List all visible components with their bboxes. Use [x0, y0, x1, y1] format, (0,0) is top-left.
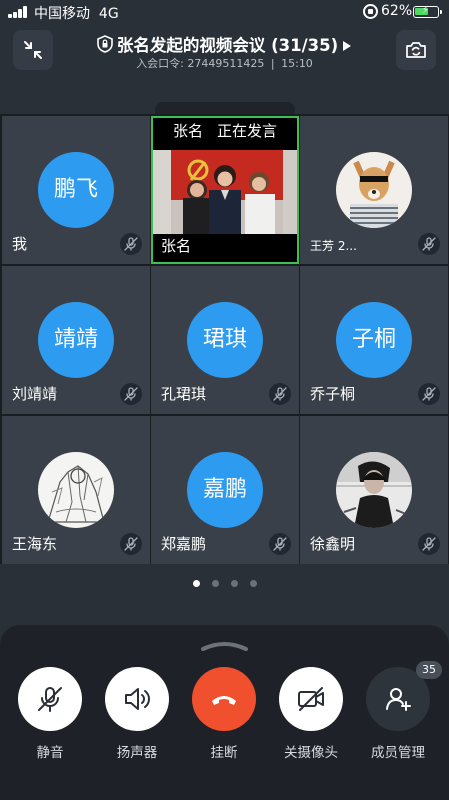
meeting-title-text: 张名发起的视频会议 (31/35) [116, 36, 339, 55]
phone-hangup-icon [212, 696, 236, 705]
participant-name: 张名 [161, 237, 192, 255]
mic-muted-icon [269, 533, 291, 555]
signal-bars-icon [8, 6, 30, 18]
avatar: 鹏飞 [38, 152, 114, 228]
speaker-video [153, 150, 297, 234]
speaking-text: 正在发言 [217, 122, 278, 140]
camera-label: 关摄像头 [284, 745, 338, 761]
participant-tile[interactable]: 嘉鹏 郑嘉鹏 [151, 416, 299, 564]
meeting-info: 入会口令: 27449511425 | 15:10 [0, 55, 449, 71]
avatar: 嘉鹏 [187, 452, 263, 528]
avatar: 子桐 [336, 302, 412, 378]
participant-name: 乔子桐 [310, 385, 356, 403]
battery-percent: 62% [381, 3, 413, 19]
mic-muted-icon [418, 383, 440, 405]
status-bar: 中国移动 4G 62% ⚡ [0, 0, 449, 24]
page-dot[interactable] [230, 580, 238, 587]
participant-name: 徐鑫明 [310, 535, 356, 553]
participant-name: 刘靖靖 [12, 385, 58, 403]
participant-name: 我 [12, 235, 28, 253]
camera-switch-icon [406, 42, 426, 58]
page-indicator[interactable] [0, 572, 449, 591]
participant-tile-self[interactable]: 鹏飞 我 [2, 116, 150, 264]
mute-circle[interactable] [18, 667, 82, 731]
speaker-icon [125, 688, 150, 710]
participant-tile[interactable]: 靖靖 刘靖靖 [2, 266, 150, 414]
participant-tile[interactable]: 子桐 乔子桐 [300, 266, 448, 414]
camera-off-button[interactable]: 关摄像头 [271, 667, 351, 761]
hangup-label: 挂断 [210, 745, 238, 761]
shield-icon [97, 35, 113, 53]
expand-handle-icon[interactable] [200, 641, 249, 651]
speaking-indicator: 张名 正在发言 [153, 118, 297, 141]
mute-label: 静音 [36, 745, 64, 761]
speaker-button[interactable]: 扬声器 [97, 667, 177, 761]
mic-muted-icon [120, 533, 142, 555]
meeting-code-label: 入会口令: [136, 57, 184, 70]
rotation-lock-icon [363, 4, 378, 19]
camera-circle[interactable] [279, 667, 343, 731]
mute-button[interactable]: 静音 [10, 667, 90, 761]
mic-muted-icon [120, 233, 142, 255]
participant-name: 孔珺琪 [161, 385, 207, 403]
member-management-button[interactable]: 35 成员管理 [358, 661, 442, 761]
meeting-time: 15:10 [281, 57, 313, 70]
hangup-button[interactable]: 挂断 [184, 667, 264, 761]
participant-tile[interactable]: 王芳 2... [300, 116, 448, 264]
mic-muted-icon [269, 383, 291, 405]
members-circle[interactable]: 35 [366, 661, 442, 731]
participant-tile[interactable]: 珺琪 孔珺琪 [151, 266, 299, 414]
avatar: 珺琪 [187, 302, 263, 378]
participant-name: 王海东 [12, 535, 58, 553]
participant-tile[interactable]: 徐鑫明 [300, 416, 448, 564]
meeting-code: 27449511425 [187, 57, 265, 70]
avatar-photo [38, 452, 114, 528]
mic-off-icon [38, 687, 62, 712]
participant-name: 郑嘉鹏 [161, 535, 207, 553]
page-dot[interactable] [192, 580, 200, 587]
page-dot[interactable] [249, 580, 257, 587]
speaker-circle[interactable] [105, 667, 169, 731]
camera-off-icon [298, 687, 324, 711]
avatar-photo [336, 152, 412, 228]
speaker-name: 张名 [172, 122, 203, 140]
active-speaker-tile[interactable]: 张名 正在发言 张名 [151, 116, 299, 264]
page-dot[interactable] [211, 580, 219, 587]
play-arrow-icon [343, 41, 352, 51]
mic-muted-icon [418, 533, 440, 555]
add-member-icon [386, 688, 411, 711]
mic-muted-icon [418, 233, 440, 255]
carrier-label: 中国移动 4G [34, 6, 119, 22]
mic-muted-icon [120, 383, 142, 405]
network-type: 4G [98, 6, 119, 22]
members-label: 成员管理 [371, 745, 425, 761]
hangup-circle[interactable] [192, 667, 256, 731]
switch-camera-button[interactable] [396, 30, 436, 70]
control-panel: 静音 扬声器 挂断 关摄像头 35 成员管理 [0, 625, 449, 800]
avatar-photo [336, 452, 412, 528]
speaker-label: 扬声器 [116, 745, 158, 761]
avatar: 靖靖 [38, 302, 114, 378]
meeting-title[interactable]: 张名发起的视频会议 (31/35) [0, 32, 449, 56]
participant-tile[interactable]: 王海东 [2, 416, 150, 564]
info-separator: | [270, 57, 275, 70]
participant-name: 王芳 2... [310, 239, 357, 253]
participant-grid: 鹏飞 我 张名 正在发言 张名 王芳 2... 靖靖 刘靖靖 珺琪 孔珺琪 子桐… [0, 114, 449, 564]
battery-charging-icon: ⚡ [413, 5, 442, 18]
member-count-badge: 35 [416, 661, 442, 679]
